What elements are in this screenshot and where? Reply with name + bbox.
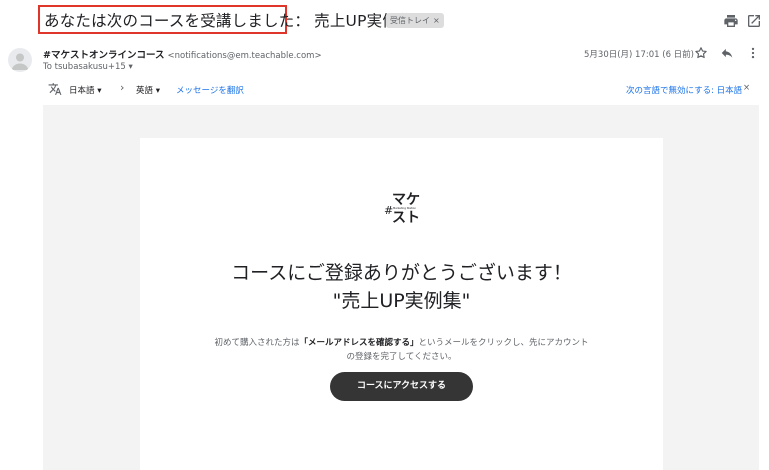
reply-icon[interactable] — [720, 46, 734, 60]
email-content-card: # マケ Marketing Station スト コースにご登録ありがとうござ… — [140, 138, 663, 470]
subject-highlighted-text: あなたは次のコースを受講しました： — [44, 12, 311, 30]
target-language-dropdown[interactable]: 英語 ▾ — [136, 84, 160, 96]
label-remove-icon[interactable]: × — [433, 16, 440, 25]
instruction-bold: 「メールアドレスを確認する」 — [299, 338, 419, 348]
instruction-suffix: というメールをクリックし、先にアカウント — [418, 338, 589, 348]
source-language-dropdown[interactable]: 日本語 ▾ — [69, 84, 101, 96]
open-in-new-window-icon[interactable] — [746, 13, 762, 29]
close-translate-bar-icon[interactable]: × — [743, 83, 750, 93]
makesuto-logo: # マケ Marketing Station スト — [384, 192, 420, 226]
instruction-prefix: 初めて購入された方は — [214, 338, 300, 348]
email-subject: あなたは次のコースを受講しました： 売上UP実例集 — [44, 9, 414, 31]
inbox-label-chip[interactable]: 受信トレイ × — [386, 13, 444, 28]
disable-translation-link[interactable]: 次の言語で無効にする: 日本語 — [626, 84, 742, 96]
logo-line2: スト — [392, 210, 420, 226]
chevron-right-icon: › — [120, 81, 125, 94]
inbox-label-text: 受信トレイ — [390, 16, 430, 25]
sender-email: <notifications@em.teachable.com> — [167, 51, 322, 61]
welcome-heading: コースにご登録ありがとうございます！ — [231, 262, 572, 284]
print-icon[interactable] — [723, 13, 739, 29]
access-course-button[interactable]: コースにアクセスする — [330, 372, 473, 401]
instruction-text-line1: 初めて購入された方は「メールアドレスを確認する」というメールをクリックし、先にア… — [140, 336, 663, 348]
more-vert-icon[interactable] — [746, 46, 760, 60]
translate-bar: 日本語 ▾ › 英語 ▾ メッセージを翻訳 次の言語で無効にする: 日本語 × — [43, 80, 759, 100]
translate-message-link[interactable]: メッセージを翻訳 — [176, 84, 244, 96]
email-date: 5月30日(月) 17:01 (6 日前) — [584, 50, 694, 60]
translate-icon — [48, 83, 62, 95]
sender-avatar — [8, 48, 32, 72]
logo-line1: マケ — [392, 192, 420, 208]
sender-name: #マケストオンラインコース <notifications@em.teachable… — [43, 47, 322, 61]
subject-row: あなたは次のコースを受講しました： 売上UP実例集 受信トレイ × — [0, 0, 769, 42]
course-title-heading: "売上UP実例集" — [332, 290, 471, 312]
star-icon[interactable] — [694, 46, 708, 60]
recipient-details-toggle[interactable]: To tsubasakusu+15 ▾ — [43, 62, 133, 72]
sender-display-name: #マケストオンラインコース — [43, 50, 165, 61]
person-icon — [11, 53, 29, 70]
instruction-text-line2: の登録を完了してください。 — [346, 352, 457, 362]
